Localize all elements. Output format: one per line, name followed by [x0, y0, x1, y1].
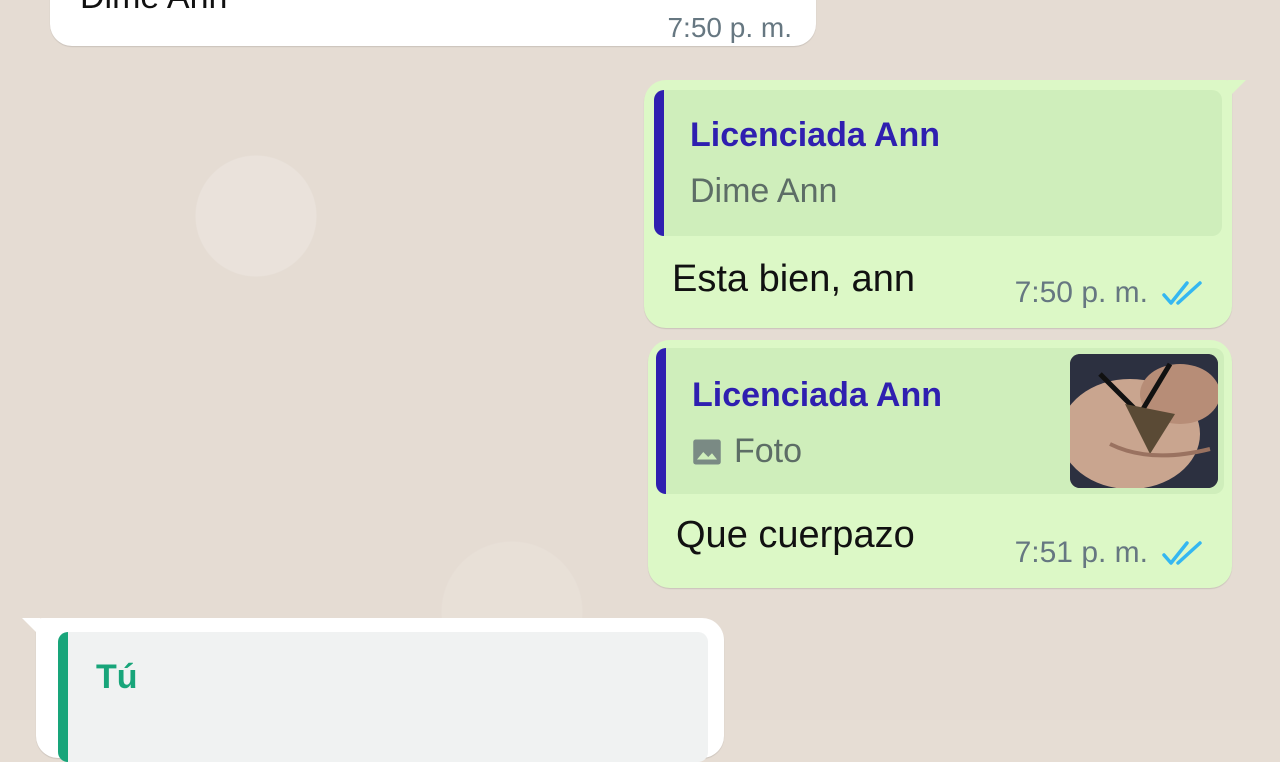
- double-check-read-icon: [1162, 541, 1202, 565]
- quoted-message[interactable]: Licenciada Ann Foto: [656, 348, 1224, 494]
- quoted-message[interactable]: Licenciada Ann Dime Ann: [654, 90, 1222, 236]
- quote-snippet-row: Foto: [692, 432, 802, 471]
- quote-snippet: Foto: [734, 432, 803, 470]
- message-time: 7:50 p. m.: [667, 12, 792, 43]
- message-text: Esta bien, ann: [672, 258, 915, 300]
- message-bubble-outgoing[interactable]: Licenciada Ann Foto Que cuerpazo 7:51 p.…: [648, 340, 1232, 588]
- quote-accent-bar: [58, 632, 68, 762]
- message-text: Que cuerpazo: [676, 514, 915, 556]
- message-bubble-incoming[interactable]: Dime Ann 7:50 p. m.: [50, 0, 816, 46]
- message-bubble-incoming[interactable]: Tú: [22, 618, 724, 762]
- quote-author: Licenciada Ann: [692, 376, 943, 414]
- quote-author: Tú: [96, 658, 138, 696]
- quoted-message[interactable]: Tú: [58, 632, 708, 762]
- message-text: Dime Ann: [80, 0, 227, 17]
- quote-author: Licenciada Ann: [690, 116, 941, 154]
- message-meta: 7:51 p. m.: [1015, 536, 1206, 570]
- quote-accent-bar: [656, 348, 666, 494]
- message-time: 7:50 p. m.: [1014, 276, 1148, 309]
- message-bubble-outgoing[interactable]: Licenciada Ann Dime Ann Esta bien, ann 7…: [644, 80, 1246, 328]
- message-meta: 7:50 p. m.: [1015, 276, 1206, 310]
- message-time: 7:51 p. m.: [1014, 536, 1148, 569]
- quote-snippet: Dime Ann: [690, 172, 838, 210]
- quote-accent-bar: [654, 90, 664, 236]
- image-icon: [693, 439, 721, 464]
- double-check-read-icon: [1162, 281, 1202, 305]
- photo-thumbnail[interactable]: [1070, 354, 1218, 488]
